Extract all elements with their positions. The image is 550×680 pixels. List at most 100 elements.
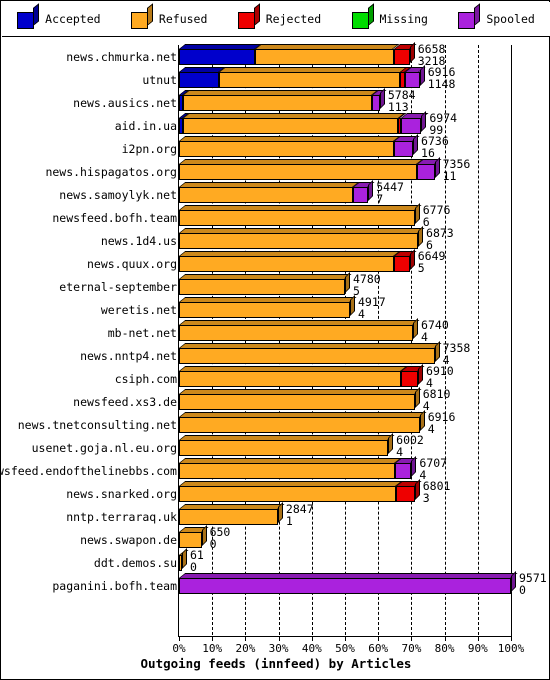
bar-side-face — [345, 272, 350, 293]
stacked-bar — [179, 134, 420, 157]
bar-side-face — [379, 88, 385, 109]
bar-segment-spooled — [353, 187, 369, 203]
bar-segment-rejected — [395, 486, 415, 502]
stacked-bar — [179, 548, 189, 571]
x-tick — [511, 636, 512, 641]
x-tick-label: 60% — [368, 642, 389, 655]
bar-secondary-value: 113 — [387, 100, 409, 114]
legend-label: Refused — [158, 12, 208, 26]
bar-side-face — [201, 525, 207, 546]
bar-secondary-value: 16 — [421, 146, 435, 160]
y-axis-category-label: news.quux.org — [86, 257, 177, 271]
bar-side-face — [411, 456, 417, 477]
chart-bar-row: news.quux.org 6649 5 — [1, 249, 550, 275]
legend-label: Missing — [379, 12, 428, 26]
x-tick — [444, 636, 446, 641]
legend-label: Spooled — [486, 12, 535, 26]
legend-label: Rejected — [265, 12, 322, 26]
bar-segment-refused — [179, 509, 278, 525]
chart-bar-row: news.nntp4.net 7358 4 — [1, 341, 550, 367]
x-tick — [278, 636, 280, 641]
bar-segment-refused — [179, 164, 417, 180]
legend-item-spooled: Spooled — [458, 3, 535, 30]
bar-segment-accepted — [179, 49, 256, 65]
y-axis-category-label: usenet.goja.nl.eu.org — [31, 441, 177, 455]
bar-segment-refused — [179, 463, 396, 479]
x-tick-label: 40% — [301, 642, 322, 655]
chart-bar-row: newsfeed.endofthelinebbs.com 6707 4 — [0, 456, 550, 482]
bar-side-face — [418, 226, 424, 247]
stacked-bar — [179, 226, 425, 249]
bar-segment-refused — [179, 233, 419, 249]
chart-bar-row: eternal-september 4780 5 — [1, 272, 550, 298]
chart-bar-row: nntp.terraraq.uk 2847 1 — [1, 502, 550, 528]
bar-side-face — [349, 295, 355, 316]
y-axis-category-label: nntp.terraraq.uk — [66, 510, 177, 524]
x-tick-label: 80% — [434, 642, 455, 655]
legend-item-missing: Missing — [351, 3, 428, 30]
bar-segment-spooled — [416, 164, 435, 180]
y-axis-category-label: newsfeed.endofthelinebbs.com — [0, 464, 177, 478]
bar-segment-refused — [179, 371, 402, 387]
bar-segment-accepted — [179, 72, 219, 88]
chart-bar-row: news.1d4.us 6873 6 — [1, 226, 550, 252]
chart-bar-row: news.hispagatos.org 7356 11 — [1, 157, 550, 183]
stacked-bar — [179, 364, 425, 387]
legend-item-rejected: Rejected — [237, 3, 322, 30]
x-tick — [311, 636, 313, 641]
x-tick-label: 100% — [497, 642, 525, 655]
bar-segment-refused — [179, 394, 415, 410]
y-axis-category-label: news.hispagatos.org — [45, 165, 177, 179]
chart-legend: Accepted Refused Rejected Missing Spooled — [2, 2, 550, 37]
bar-side-face — [434, 341, 440, 362]
y-axis-category-label: news.samoylyk.net — [59, 188, 177, 202]
stacked-bar — [179, 341, 442, 364]
chart-bar-row: news.ausics.net 5784 113 — [1, 88, 550, 114]
stacked-bar — [179, 456, 418, 479]
stacked-bar — [179, 387, 422, 410]
bar-secondary-value: 7 — [376, 192, 384, 206]
y-axis-category-label: csiph.com — [114, 372, 177, 386]
bar-segment-refused — [179, 325, 414, 341]
legend-item-refused: Refused — [130, 3, 208, 30]
y-axis-category-label: utnut — [142, 73, 177, 87]
bar-segment-refused — [179, 486, 396, 502]
y-axis-category-label: news.swapon.de — [80, 533, 177, 547]
x-tick-label: 20% — [235, 642, 256, 655]
legend-label: Accepted — [45, 12, 101, 26]
bar-segment-refused — [179, 141, 395, 157]
bar-segment-refused — [182, 118, 399, 134]
chart-bar-row: news.samoylyk.net 5447 7 — [1, 180, 550, 206]
chart-bar-row: news.swapon.de 650 0 — [1, 525, 550, 551]
chart-bar-row: utnut 6916 1148 — [1, 65, 550, 91]
chart-bar-row: paganini.bofh.team 9571 0 — [1, 571, 550, 597]
y-axis-category-label: news.chmurka.net — [66, 50, 177, 64]
y-axis-category-label: paganini.bofh.team — [52, 579, 177, 593]
y-axis-category-label: weretis.net — [100, 303, 177, 317]
chart-bar-row: weretis.net 4917 4 — [1, 295, 550, 321]
bar-secondary-value: 3 — [422, 491, 430, 505]
x-tick-label: 0% — [172, 642, 186, 655]
bar-side-face — [409, 42, 415, 63]
bar-segment-refused — [179, 187, 354, 203]
bar-segment-spooled — [405, 72, 420, 88]
bar-secondary-value: 5 — [417, 261, 425, 275]
bar-side-face — [414, 203, 420, 224]
stacked-bar — [179, 88, 387, 111]
bar-side-face — [368, 180, 374, 201]
bar-segment-refused — [179, 302, 350, 318]
chart-bar-row: newsfeed.xs3.de 6810 4 — [1, 387, 550, 413]
bar-segment-spooled — [371, 95, 380, 111]
legend-swatch-cube-icon — [17, 3, 40, 30]
bar-secondary-value: 4 — [357, 307, 365, 321]
legend-swatch-cube-icon — [237, 3, 260, 30]
bar-side-face — [409, 249, 415, 270]
y-axis-category-label: news.ausics.net — [73, 96, 177, 110]
bar-segment-spooled — [394, 141, 414, 157]
y-axis-category-label: i2pn.org — [121, 142, 177, 156]
y-axis-category-label: newsfeed.xs3.de — [73, 395, 177, 409]
bar-segment-refused — [179, 532, 202, 548]
chart-bar-row: newsfeed.bofh.team 6776 6 — [1, 203, 550, 229]
bar-segment-spooled — [179, 578, 511, 594]
x-axis-label: Outgoing feeds (innfeed) by Articles — [140, 656, 412, 671]
